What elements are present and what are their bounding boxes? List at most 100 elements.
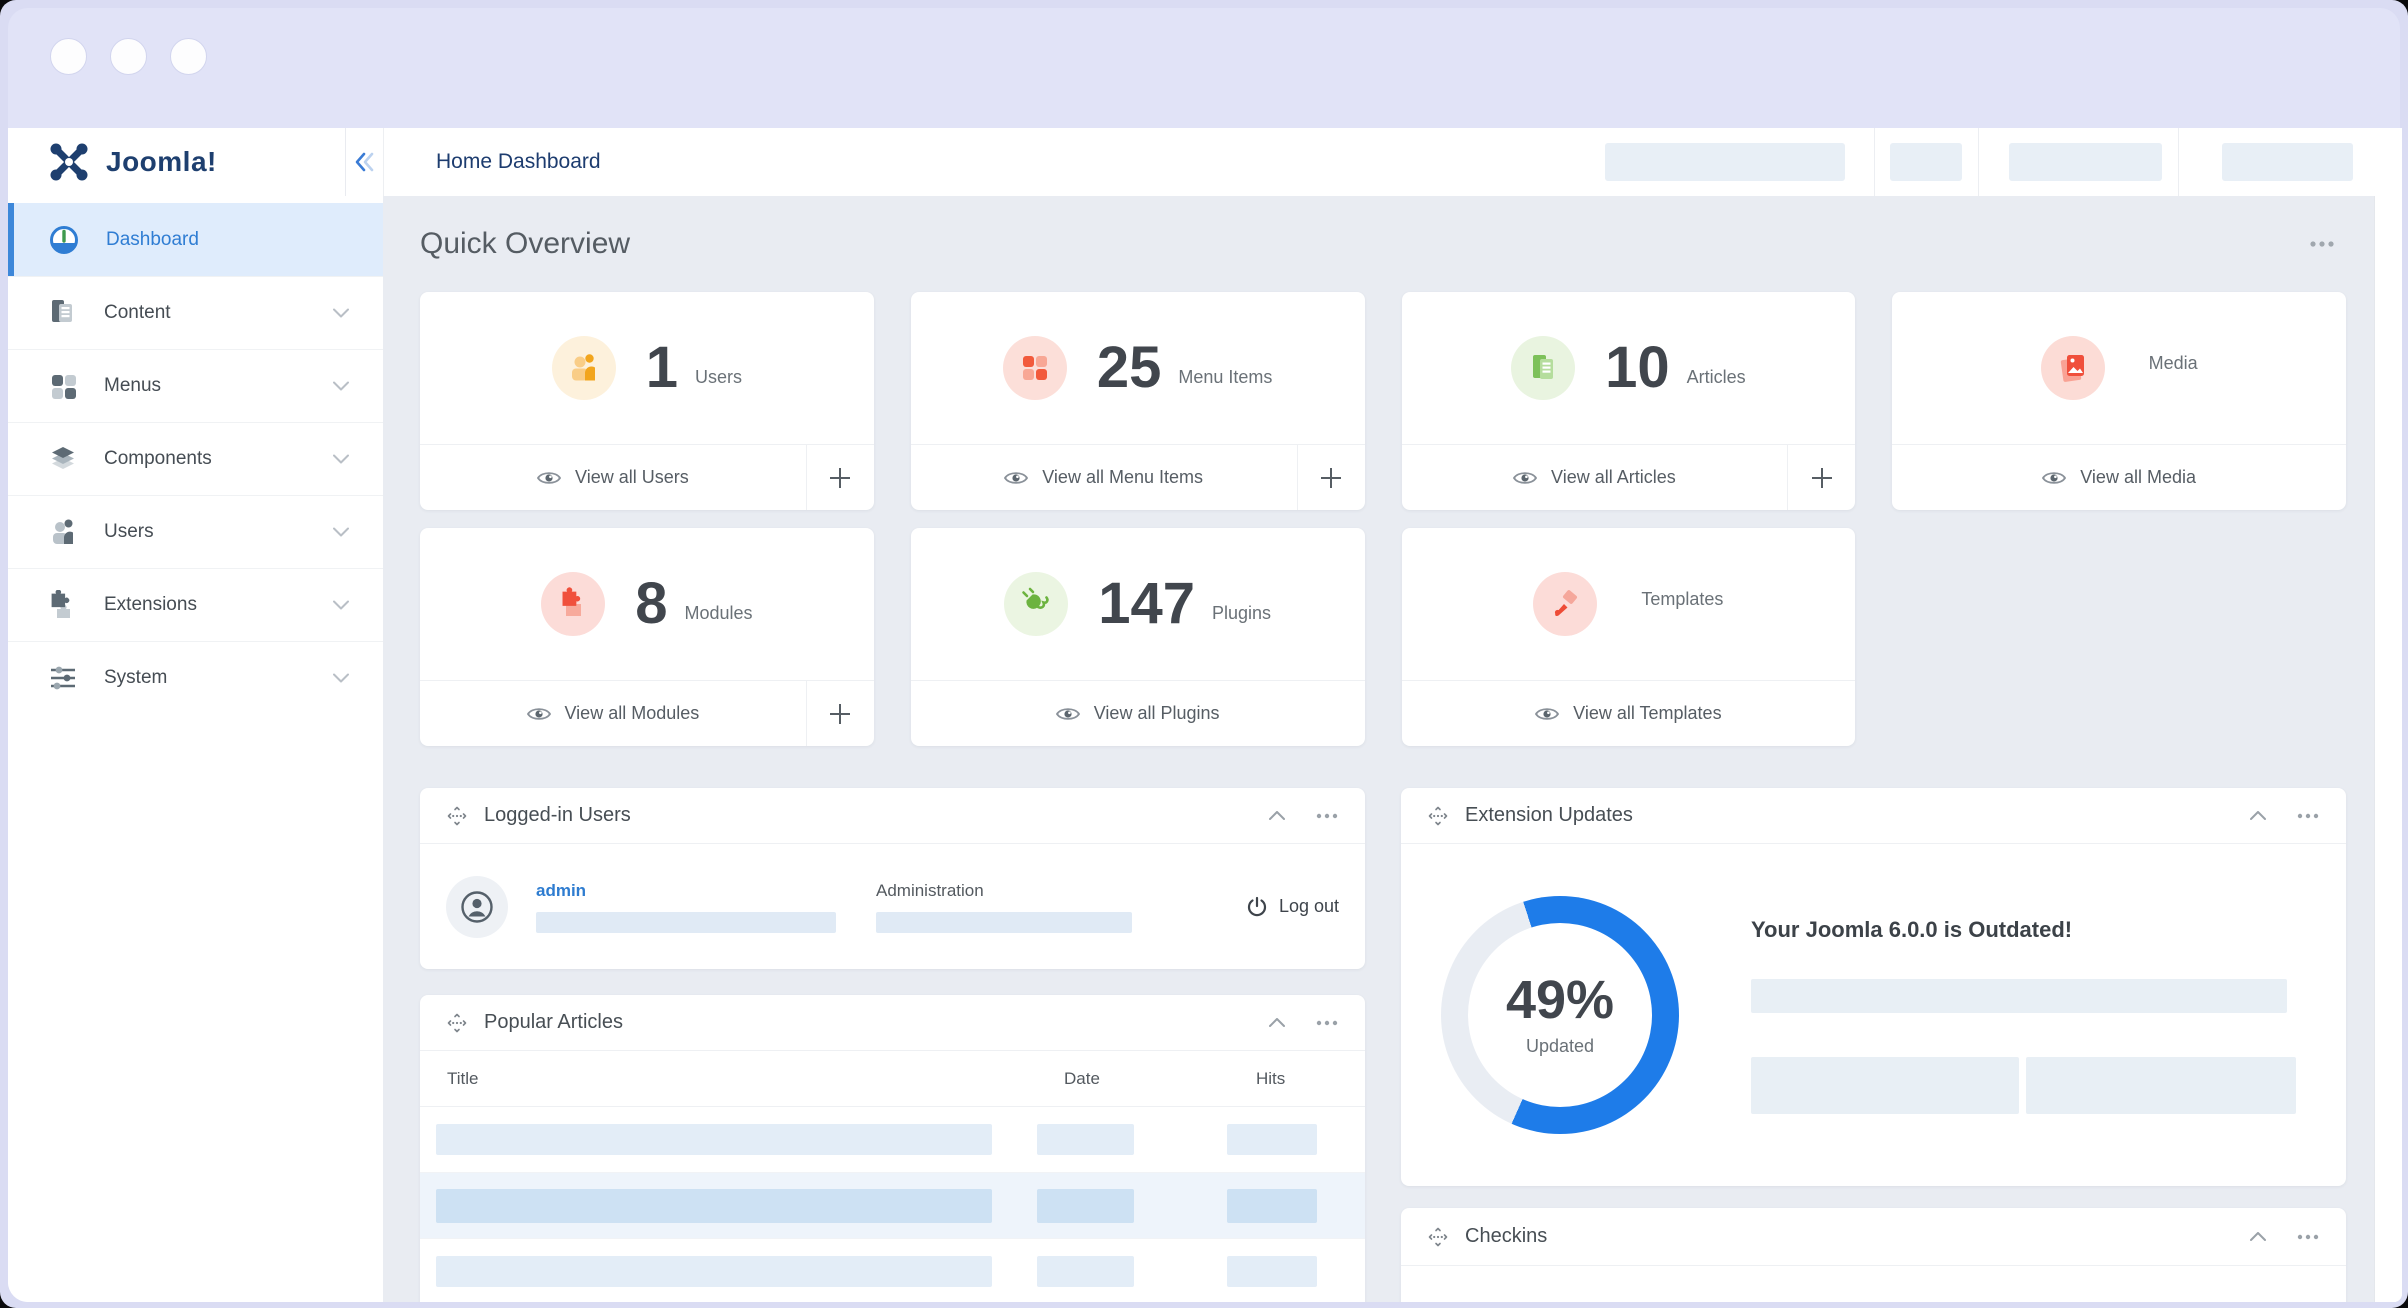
view-all-users-button[interactable]: View all Users (420, 445, 806, 510)
main-area: Home Dashboard Quick Overview (383, 128, 2402, 1302)
window-control-maximize[interactable] (170, 38, 207, 75)
user-name-link[interactable]: admin (536, 881, 876, 901)
page-title: Quick Overview (420, 227, 630, 261)
panel-menu-ellipsis-icon[interactable] (1315, 1020, 1339, 1026)
add-user-button[interactable] (806, 445, 874, 510)
update-action-placeholder-2[interactable] (2026, 1057, 2296, 1114)
stat-label: Users (695, 367, 742, 397)
article-title-placeholder (436, 1124, 992, 1155)
panel-title: Popular Articles (484, 1011, 623, 1034)
column-hits: Hits (1227, 1069, 1365, 1089)
collapse-panel-icon[interactable] (2250, 811, 2266, 820)
article-row-placeholder (420, 1107, 1365, 1173)
add-article-button[interactable] (1787, 445, 1855, 510)
drag-handle-icon[interactable] (1427, 1226, 1449, 1248)
vertical-scrollbar[interactable] (2374, 196, 2402, 1302)
article-date-placeholder (1037, 1124, 1134, 1155)
sidebar-item-dashboard[interactable]: Dashboard (8, 203, 383, 276)
header-action-placeholder-1[interactable] (1605, 143, 1845, 181)
sidebar-collapse-button[interactable] (345, 128, 383, 196)
drag-handle-icon[interactable] (1427, 805, 1449, 827)
collapse-panel-icon[interactable] (2250, 1232, 2266, 1241)
sidebar-item-users[interactable]: Users (8, 495, 383, 568)
view-all-label: View all Users (575, 467, 689, 488)
collapse-panel-icon[interactable] (1269, 811, 1285, 820)
stat-count: 147 (1098, 575, 1195, 633)
templates-stat-icon (1533, 572, 1597, 636)
header-action-placeholder-3[interactable] (2009, 143, 2162, 181)
sidebar-item-system[interactable]: System (8, 641, 383, 714)
sidebar-item-label: System (104, 667, 167, 689)
eye-icon (537, 470, 561, 486)
panel-menu-ellipsis-icon[interactable] (1315, 813, 1339, 819)
header-action-placeholder-2[interactable] (1890, 143, 1962, 181)
sidebar-item-label: Menus (104, 375, 161, 397)
logout-label: Log out (1279, 896, 1339, 917)
article-date-placeholder (1037, 1189, 1134, 1223)
chevron-down-icon (333, 454, 349, 464)
checkins-panel: Checkins (1401, 1208, 2346, 1302)
dashboard-gauge-icon (48, 224, 80, 256)
stat-label: Menu Items (1178, 367, 1272, 397)
stat-cards-grid: 1 Users View all Users (420, 292, 2346, 746)
view-all-media-button[interactable]: View all Media (1892, 445, 2346, 510)
stat-count: 1 (646, 339, 678, 397)
article-hits-placeholder (1227, 1189, 1317, 1223)
article-row-placeholder (420, 1173, 1365, 1239)
add-menu-item-button[interactable] (1297, 445, 1365, 510)
main-header: Home Dashboard (383, 128, 2402, 196)
user-group-label: Administration (876, 881, 1206, 901)
joomla-logo-text: Joomla! (106, 146, 217, 178)
eye-icon (1535, 706, 1559, 722)
article-hits-placeholder (1227, 1256, 1317, 1287)
view-all-templates-button[interactable]: View all Templates (1402, 681, 1856, 746)
article-hits-placeholder (1227, 1124, 1317, 1155)
header-actions (1605, 128, 2402, 196)
sidebar-item-menus[interactable]: Menus (8, 349, 383, 422)
stat-card-media: Media View all Media (1892, 292, 2346, 510)
components-icon (48, 444, 78, 474)
update-progress-donut: 49% Updated (1441, 896, 1679, 1134)
sidebar-item-extensions[interactable]: Extensions (8, 568, 383, 641)
article-row-placeholder (420, 1239, 1365, 1302)
sidebar-item-label: Users (104, 521, 154, 543)
collapse-chevrons-icon (354, 151, 376, 173)
collapse-panel-icon[interactable] (1269, 1018, 1285, 1027)
window-control-minimize[interactable] (110, 38, 147, 75)
eye-icon (1513, 470, 1537, 486)
update-text-placeholder (1751, 979, 2287, 1013)
header-divider (1978, 128, 1979, 196)
header-divider (1874, 128, 1875, 196)
sidebar-logo-row: Joomla! (8, 128, 383, 196)
window-control-close[interactable] (50, 38, 87, 75)
sidebar-item-components[interactable]: Components (8, 422, 383, 495)
stat-card-users: 1 Users View all Users (420, 292, 874, 510)
view-all-plugins-button[interactable]: View all Plugins (911, 681, 1365, 746)
view-all-articles-button[interactable]: View all Articles (1402, 445, 1788, 510)
drag-handle-icon[interactable] (446, 805, 468, 827)
update-action-placeholder-1[interactable] (1751, 1057, 2019, 1114)
panel-title: Logged-in Users (484, 804, 631, 827)
articles-table-header: Title Date Hits (420, 1051, 1365, 1107)
panel-menu-ellipsis-icon[interactable] (2296, 813, 2320, 819)
extension-updates-panel: Extension Updates (1401, 788, 2346, 1186)
view-all-modules-button[interactable]: View all Modules (420, 681, 806, 746)
header-action-placeholder-4[interactable] (2222, 143, 2353, 181)
menu-items-stat-icon (1003, 336, 1067, 400)
view-all-menu-items-button[interactable]: View all Menu Items (911, 445, 1297, 510)
drag-handle-icon[interactable] (446, 1012, 468, 1034)
column-title: Title (420, 1069, 1037, 1089)
chevron-down-icon (333, 527, 349, 537)
page-options-ellipsis-icon[interactable] (2308, 240, 2336, 248)
header-divider (2178, 128, 2179, 196)
panel-menu-ellipsis-icon[interactable] (2296, 1234, 2320, 1240)
article-title-placeholder (436, 1256, 992, 1287)
sidebar-item-content[interactable]: Content (8, 276, 383, 349)
user-avatar (446, 876, 508, 938)
sidebar-item-label: Extensions (104, 594, 197, 616)
joomla-logo: Joomla! (8, 128, 345, 196)
stat-label: Media (2149, 353, 2198, 383)
chevron-down-icon (333, 600, 349, 610)
add-module-button[interactable] (806, 681, 874, 746)
logout-button[interactable]: Log out (1247, 896, 1339, 918)
